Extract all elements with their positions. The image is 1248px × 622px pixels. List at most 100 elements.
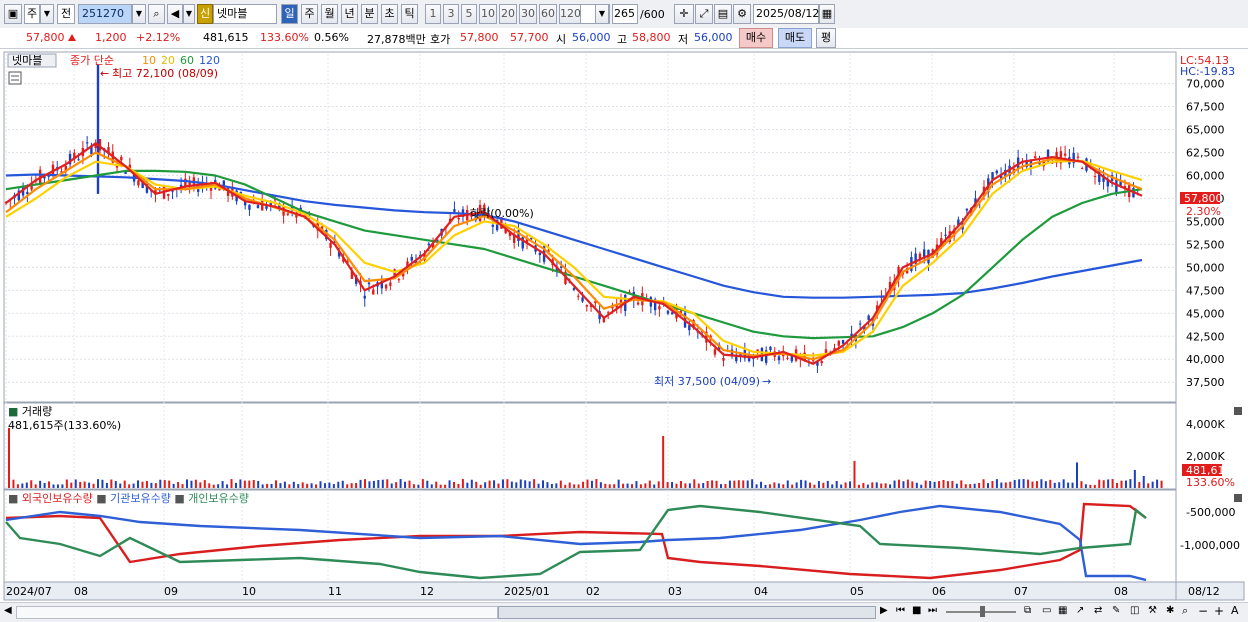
stop-icon[interactable]: ■	[912, 605, 921, 616]
zoom-icon[interactable]: ⌕	[1182, 604, 1188, 618]
y-tick-4: 60,000	[1186, 169, 1225, 182]
bottom-scrollbar[interactable]: ◀ ▶ ⏮ ■ ⏭ ⧉ ▭ ▦ ↗ ⇄ ✎ ◫ ⚒ ✱ ⌕ − + A	[0, 602, 1248, 622]
volume-title: ■ 거래량	[8, 405, 52, 418]
volume-bar	[470, 479, 473, 488]
number-tab-5[interactable]: 5	[461, 4, 477, 24]
calendar-icon[interactable]: ▦	[819, 4, 835, 24]
buy-button[interactable]: 매수	[739, 28, 773, 48]
speaker-dropdown-icon[interactable]: ▼	[183, 4, 195, 24]
volume-bar	[1004, 482, 1007, 488]
date-input[interactable]: 2025/08/12	[753, 4, 819, 24]
period-tab-2[interactable]: 월	[321, 4, 338, 24]
period-tab-6[interactable]: 틱	[401, 4, 418, 24]
volume-bar	[1129, 479, 1132, 488]
period-dropdown-icon[interactable]: ▼	[40, 4, 54, 24]
volume-bar	[915, 482, 918, 488]
crosshair-icon[interactable]: ✛	[674, 4, 694, 24]
volume-bar	[942, 480, 945, 488]
period-tab-3[interactable]: 년	[341, 4, 358, 24]
rewind-icon[interactable]: ⏮	[896, 605, 905, 616]
period-tab-5[interactable]: 초	[381, 4, 398, 24]
number-tab-120[interactable]: 120	[559, 4, 581, 24]
search-icon[interactable]: ⌕	[148, 4, 165, 24]
scroll-left-icon[interactable]: ◀	[4, 605, 12, 616]
code-dropdown-icon[interactable]: ▼	[132, 4, 146, 24]
stock-name-field[interactable]: 넷마블	[213, 4, 277, 24]
volume-bar	[359, 479, 362, 488]
draw-line-icon[interactable]: ⤢	[695, 4, 713, 24]
volume: 481,615	[203, 31, 249, 44]
x-tick-9: 04	[754, 585, 768, 598]
price-chart[interactable]: ←→ 70,00067,50065,00062,50060,00057,5005…	[0, 50, 1248, 602]
split-view-icon[interactable]: ⧉	[1024, 605, 1031, 616]
volume-bar	[590, 480, 593, 488]
volume-bar	[141, 481, 144, 488]
holdings-close-icon[interactable]	[1234, 494, 1242, 502]
window-icon[interactable]: ▭	[1042, 605, 1051, 616]
volume-bar	[1040, 479, 1043, 488]
trend-icon[interactable]: ↗	[1076, 605, 1084, 616]
volume-bar	[791, 484, 794, 488]
all-button[interactable]: 전	[57, 4, 75, 24]
number-tab-1[interactable]: 1	[425, 4, 441, 24]
volume-bar	[528, 481, 531, 488]
number-tab-10[interactable]: 10	[479, 4, 497, 24]
period-tab-1[interactable]: 주	[301, 4, 318, 24]
volume-bar	[737, 480, 740, 488]
compare-icon[interactable]: ⇄	[1094, 605, 1102, 616]
period-tab-0[interactable]: 일	[281, 4, 298, 24]
number-tab-3[interactable]: 3	[443, 4, 459, 24]
volume-bar	[519, 479, 522, 488]
volume-bar	[506, 479, 509, 488]
period-selector[interactable]: 주	[24, 4, 40, 24]
volume-bar	[292, 481, 295, 488]
candle-body	[372, 289, 375, 295]
period-tab-4[interactable]: 분	[361, 4, 378, 24]
zoom-in-icon[interactable]: +	[1214, 604, 1224, 618]
number-tab-20[interactable]: 20	[499, 4, 517, 24]
volume-bar	[849, 481, 852, 488]
grid-view-icon[interactable]: ▦	[1058, 605, 1067, 616]
stock-code-input[interactable]: 251270	[78, 4, 132, 24]
price-tag-value: 57,800	[1184, 192, 1223, 205]
scroll-thumb[interactable]	[498, 606, 876, 619]
save-icon[interactable]: ▤	[714, 4, 732, 24]
volume-bar	[573, 484, 576, 488]
settings-icon[interactable]: ✱	[1166, 605, 1174, 616]
gear-icon[interactable]: ⚙	[733, 4, 751, 24]
scroll-track[interactable]	[16, 606, 498, 619]
volume-bar	[1147, 483, 1150, 488]
volume-bar	[417, 484, 420, 488]
number-tab-30[interactable]: 30	[519, 4, 537, 24]
volume-close-icon[interactable]	[1234, 407, 1242, 415]
volume-bar	[777, 483, 780, 488]
min-price-label: 최저 37,500 (04/09)	[654, 375, 760, 388]
volume-bar	[773, 482, 776, 488]
layers-icon[interactable]: ◫	[1130, 605, 1139, 616]
scroll-right-icon[interactable]: ▶	[880, 605, 888, 616]
speaker-icon[interactable]: ◀	[167, 4, 183, 24]
number-tab-60[interactable]: 60	[539, 4, 557, 24]
evaluate-button[interactable]: 평	[816, 28, 836, 48]
candle-body	[1115, 179, 1118, 193]
sell-button[interactable]: 매도	[778, 28, 812, 48]
calculator-icon[interactable]	[8, 71, 22, 85]
low-label: 저	[678, 33, 689, 46]
tools-icon[interactable]: ⚒	[1148, 605, 1157, 616]
zoom-slider-handle[interactable]	[980, 606, 985, 617]
zoom-out-icon[interactable]: −	[1198, 604, 1208, 618]
volume-bar	[555, 483, 558, 488]
blank-dropdown-icon[interactable]: ▼	[595, 4, 609, 24]
volume-bar	[902, 481, 905, 488]
font-size-icon[interactable]: A	[1231, 604, 1239, 617]
volume-bar	[341, 480, 344, 488]
count-input[interactable]: 265	[612, 4, 638, 24]
layout-icon[interactable]: ▣	[4, 4, 22, 24]
volume-bar	[702, 483, 705, 488]
forward-icon[interactable]: ⏭	[928, 605, 937, 616]
volume-bar	[493, 480, 496, 488]
volume-bar	[1142, 476, 1145, 488]
candle-body	[636, 302, 640, 305]
draw-icon[interactable]: ✎	[1112, 605, 1120, 616]
volume-bar	[1098, 479, 1101, 488]
